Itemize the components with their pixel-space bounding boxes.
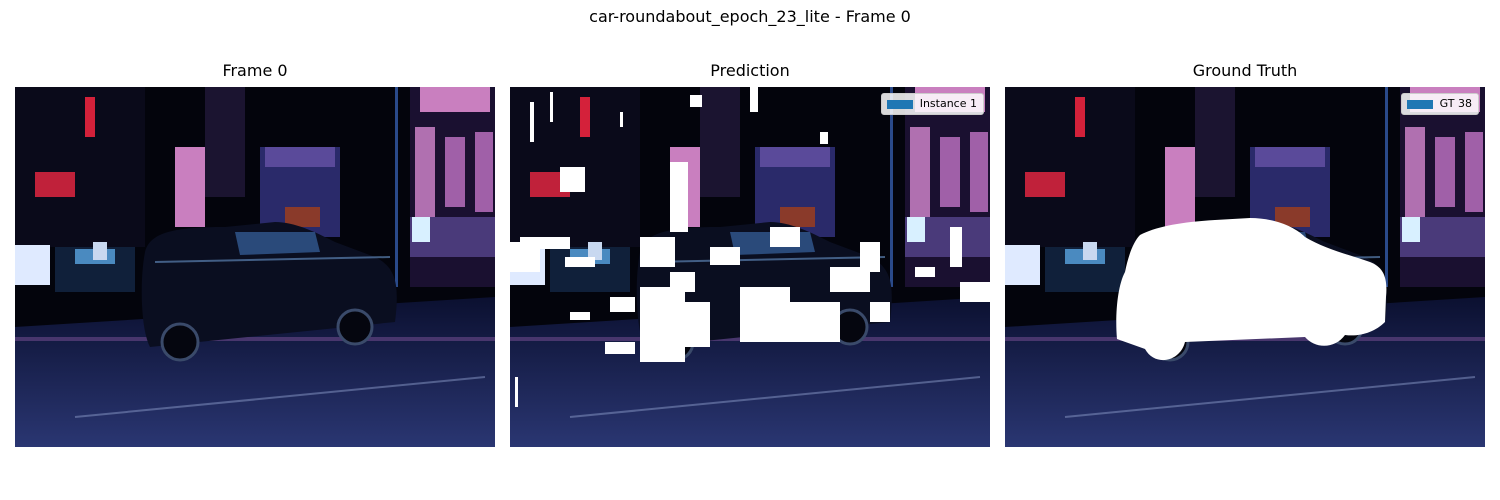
prediction-image: Instance 1 xyxy=(510,87,990,447)
panel-title: Frame 0 xyxy=(222,61,288,80)
legend: GT 38 xyxy=(1400,93,1479,115)
panel-frame: Frame 0 xyxy=(15,60,495,450)
panel-ground-truth: Ground Truth GT 38 xyxy=(1005,60,1485,450)
legend-swatch xyxy=(1406,99,1433,109)
frame-image xyxy=(15,87,495,447)
legend: Instance 1 xyxy=(880,93,984,115)
legend-label: Instance 1 xyxy=(919,97,977,110)
panel-prediction: Prediction Instance 1 xyxy=(510,60,990,450)
panel-title: Prediction xyxy=(710,61,790,80)
legend-label: GT 38 xyxy=(1439,97,1472,110)
panel-title: Ground Truth xyxy=(1192,61,1298,80)
legend-swatch xyxy=(886,99,913,109)
ground-truth-image: GT 38 xyxy=(1005,87,1485,447)
figure-title: car-roundabout_epoch_23_lite - Frame 0 xyxy=(589,7,911,26)
